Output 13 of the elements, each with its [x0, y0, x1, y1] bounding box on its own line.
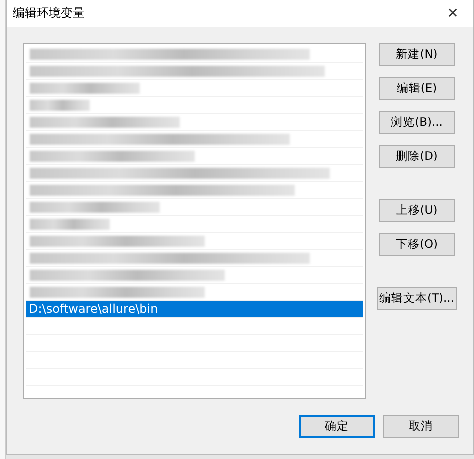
action-button[interactable]: 上移(U) — [379, 199, 455, 222]
window-title: 编辑环境变量 — [13, 5, 85, 22]
list-item[interactable]: D:\software\allure\bin — [26, 301, 363, 318]
dialog-button[interactable]: 取消 — [383, 415, 459, 438]
action-button[interactable]: 下移(O) — [379, 233, 455, 256]
action-button[interactable]: 浏览(B)... — [379, 111, 455, 134]
dialog-button[interactable]: 确定 — [299, 415, 375, 438]
blurred-entry — [30, 100, 90, 110]
action-button[interactable]: 删除(D) — [379, 145, 455, 168]
close-button[interactable]: ✕ — [433, 0, 473, 27]
action-button[interactable]: 编辑(E) — [379, 77, 455, 100]
action-button[interactable]: 新建(N) — [379, 43, 455, 66]
action-button[interactable]: 编辑文本(T)... — [377, 287, 457, 310]
